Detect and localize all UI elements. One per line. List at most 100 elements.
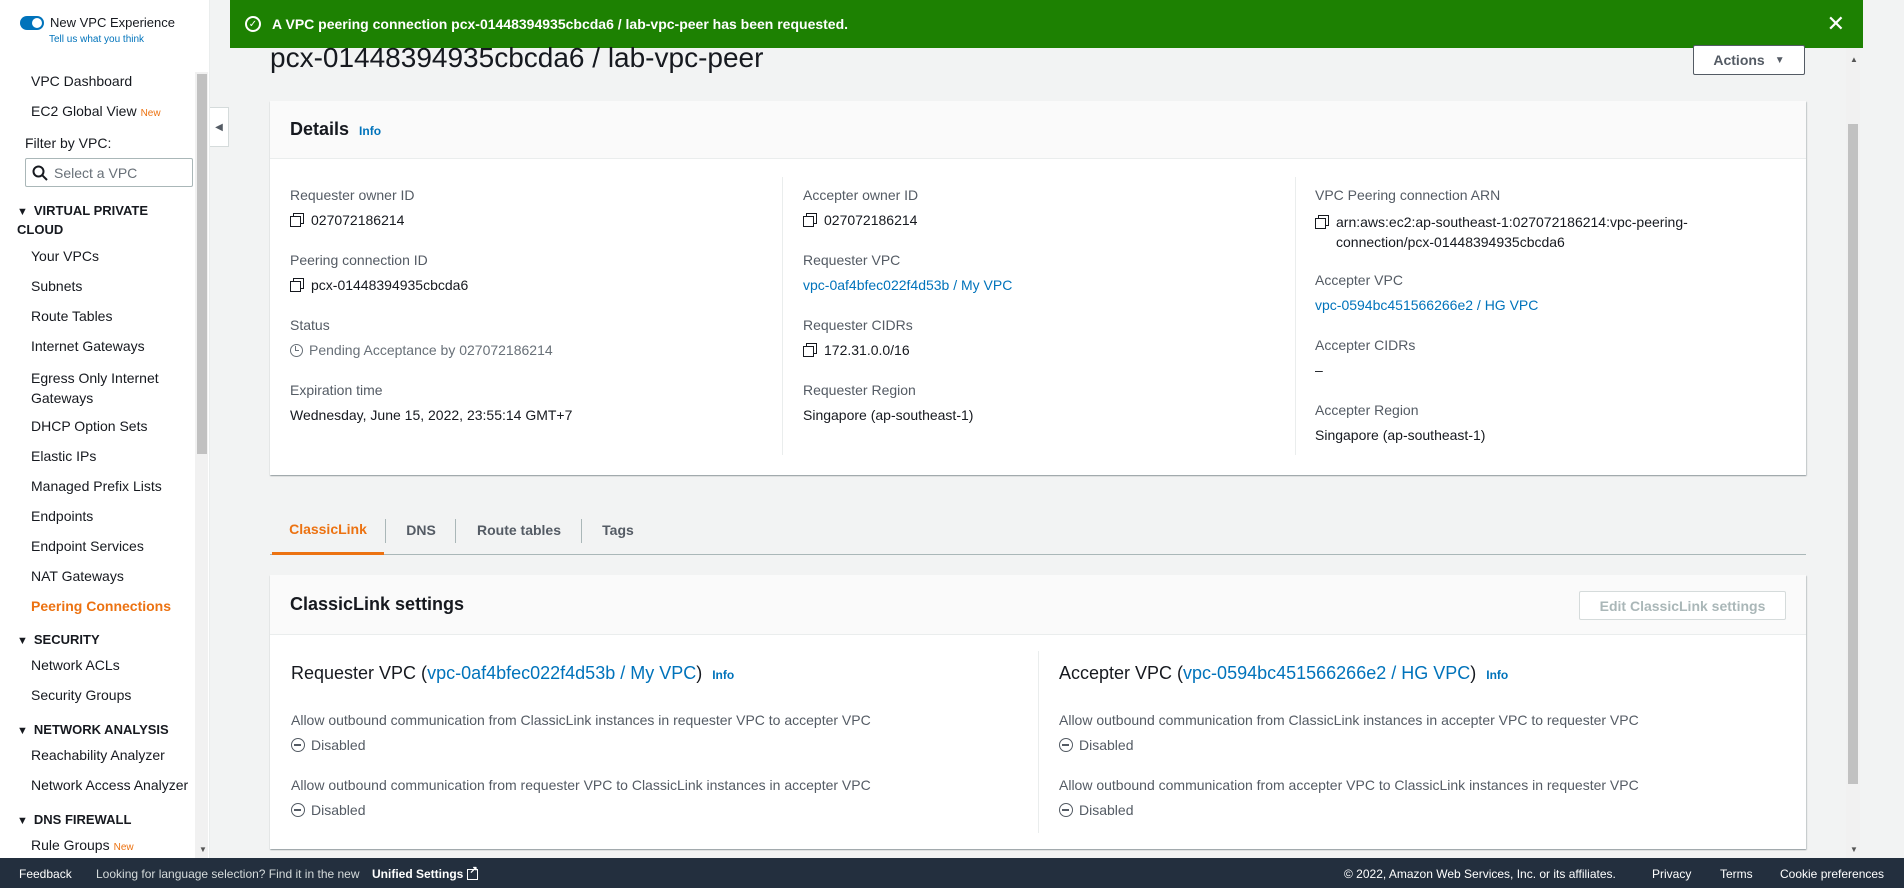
sidebar-item-network-acls[interactable]: Network ACLs: [31, 657, 120, 673]
unified-settings-link[interactable]: Unified Settings: [372, 865, 479, 881]
section-network-analysis[interactable]: ▼ NETWORK ANALYSIS: [17, 721, 169, 740]
copy-icon[interactable]: [290, 278, 304, 292]
requester-cidrs-label: Requester CIDRs: [803, 317, 913, 333]
tab-route-tables[interactable]: Route tables: [456, 505, 582, 555]
requester-vpc-link[interactable]: vpc-0af4bfec022f4d53b / My VPC: [427, 663, 696, 684]
peering-id-value: pcx-01448394935cbcda6: [290, 277, 468, 293]
tab-tags[interactable]: Tags: [582, 505, 654, 555]
column-divider: [1038, 651, 1039, 833]
accepter-region-value: Singapore (ap-southeast-1): [1315, 427, 1486, 443]
caret-down-icon: ▼: [1774, 54, 1785, 66]
details-panel: Details Info Requester owner ID 02707218…: [270, 101, 1806, 475]
copy-icon[interactable]: [803, 213, 817, 227]
requester-info-link[interactable]: Info: [712, 668, 734, 682]
copy-icon[interactable]: [803, 343, 817, 357]
requester-owner-id-value: 027072186214: [290, 212, 404, 228]
new-vpc-experience-toggle[interactable]: New VPC Experience: [20, 15, 175, 30]
sidebar-item-elastic-ips[interactable]: Elastic IPs: [31, 448, 96, 464]
req-option2-value: Disabled: [291, 802, 365, 818]
accepter-vpc-label: Accepter VPC: [1315, 272, 1403, 288]
sidebar-item-reachability-analyzer[interactable]: Reachability Analyzer: [31, 747, 165, 763]
arn-line: connection/pcx-01448394935cbcda6: [1336, 234, 1565, 250]
disabled-icon: [291, 738, 305, 752]
sidebar-item-your-vpcs[interactable]: Your VPCs: [31, 248, 99, 264]
accepter-cidrs-value: –: [1315, 362, 1323, 378]
sidebar-item-peering-connections[interactable]: Peering Connections: [31, 598, 171, 614]
scroll-up-arrow-icon[interactable]: ▲: [1850, 55, 1858, 64]
section-label: SECURITY: [33, 632, 100, 647]
sidebar-item-route-tables[interactable]: Route Tables: [31, 308, 112, 324]
sidebar-item-internet-gateways[interactable]: Internet Gateways: [31, 338, 145, 354]
caret-down-icon: ▼: [17, 635, 28, 647]
sidebar-item-vpc-dashboard[interactable]: VPC Dashboard: [31, 73, 132, 89]
banner-message: A VPC peering connection pcx-01448394935…: [272, 16, 849, 32]
pending-clock-icon: [290, 344, 303, 357]
accepter-vpc-link[interactable]: vpc-0594bc451566266e2 / HG VPC: [1183, 663, 1470, 684]
requester-vpc-link[interactable]: vpc-0af4bfec022f4d53b / My VPC: [803, 277, 1012, 293]
value-text: pcx-01448394935cbcda6: [311, 277, 469, 293]
feedback-link[interactable]: Tell us what you think: [49, 34, 144, 45]
scroll-down-arrow-icon[interactable]: ▼: [1850, 845, 1858, 854]
sidebar-item-dhcp-option-sets[interactable]: DHCP Option Sets: [31, 418, 147, 434]
privacy-link[interactable]: Privacy: [1652, 867, 1691, 881]
terms-link[interactable]: Terms: [1720, 867, 1753, 881]
caret-down-icon: ▼: [17, 206, 28, 218]
details-info-link[interactable]: Info: [359, 124, 381, 138]
edit-classiclink-button[interactable]: Edit ClassicLink settings: [1579, 591, 1786, 620]
copy-icon[interactable]: [290, 213, 304, 227]
footer: Feedback Looking for language selection?…: [0, 858, 1904, 888]
requester-region-label: Requester Region: [803, 382, 916, 398]
sidebar-item-subnets[interactable]: Subnets: [31, 278, 82, 294]
column-divider: [782, 177, 783, 455]
detail-tabs: ClassicLink DNS Route tables Tags: [270, 505, 1806, 555]
actions-button[interactable]: Actions ▼: [1693, 45, 1805, 75]
accepter-vpc-link[interactable]: vpc-0594bc451566266e2 / HG VPC: [1315, 297, 1538, 313]
details-heading: Details: [290, 119, 350, 139]
sidebar-item-egress-only-igw[interactable]: Egress Only Internet Gateways: [31, 368, 181, 408]
classiclink-panel: ClassicLink settings Edit ClassicLink se…: [270, 575, 1806, 849]
section-dns-firewall[interactable]: ▼ DNS FIREWALL: [17, 811, 131, 830]
copy-icon[interactable]: [1315, 215, 1329, 229]
sidebar-item-nat-gateways[interactable]: NAT Gateways: [31, 568, 124, 584]
toggle-switch[interactable]: [20, 15, 44, 30]
sidebar-item-network-access-analyzer[interactable]: Network Access Analyzer: [31, 777, 188, 793]
accepter-info-link[interactable]: Info: [1486, 668, 1508, 682]
search-icon: [32, 165, 48, 181]
main-scrollbar[interactable]: [1846, 48, 1860, 858]
disabled-text: Disabled: [311, 802, 366, 818]
requester-vpc-heading: Requester VPC (vpc-0af4bfec022f4d53b / M…: [291, 663, 734, 684]
disabled-text: Disabled: [1079, 737, 1134, 753]
sidebar-scroll-thumb[interactable]: [197, 74, 207, 454]
tab-dns[interactable]: DNS: [386, 505, 456, 555]
section-label: DNS FIREWALL: [33, 812, 132, 827]
language-notice: Looking for language selection? Find it …: [96, 867, 360, 881]
success-flash-banner: ✓ A VPC peering connection pcx-014483949…: [230, 0, 1863, 48]
requester-cidrs-value: 172.31.0.0/16: [803, 342, 910, 358]
chevron-left-icon: ◀: [215, 121, 223, 133]
arn-line: arn:aws:ec2:ap-southeast-1:027072186214:…: [1336, 214, 1688, 230]
sidebar-item-ec2-global-view[interactable]: EC2 Global View New: [31, 103, 161, 119]
section-security[interactable]: ▼ SECURITY: [17, 631, 100, 650]
feedback-link[interactable]: Feedback: [19, 867, 72, 881]
sidebar-item-managed-prefix-lists[interactable]: Managed Prefix Lists: [31, 478, 162, 494]
accepter-owner-id-label: Accepter owner ID: [803, 187, 919, 203]
requester-owner-id-label: Requester owner ID: [290, 187, 415, 203]
vpc-filter-select[interactable]: [25, 158, 193, 187]
close-icon[interactable]: ✕: [1827, 11, 1845, 37]
sidebar-item-security-groups[interactable]: Security Groups: [31, 687, 131, 703]
cookie-preferences-link[interactable]: Cookie preferences: [1780, 867, 1884, 881]
experience-title: New VPC Experience: [50, 15, 175, 30]
sidebar-item-endpoints[interactable]: Endpoints: [31, 508, 93, 524]
sidebar: New VPC Experience Tell us what you thin…: [0, 0, 210, 858]
tab-classiclink[interactable]: ClassicLink: [272, 505, 384, 555]
req-option2-label: Allow outbound communication from reques…: [291, 777, 871, 793]
main-scroll-thumb[interactable]: [1848, 124, 1858, 784]
collapse-sidebar-button[interactable]: ◀: [210, 107, 229, 147]
sidebar-item-endpoint-services[interactable]: Endpoint Services: [31, 538, 144, 554]
sidebar-item-rule-groups[interactable]: Rule Groups New: [31, 837, 134, 853]
sidebar-scrollbar[interactable]: [195, 72, 208, 858]
vpc-filter-input[interactable]: [54, 164, 184, 181]
section-virtual-private-cloud[interactable]: ▼ VIRTUAL PRIVATE CLOUD: [17, 202, 167, 239]
details-header: Details Info: [270, 101, 1806, 159]
scroll-down-arrow-icon[interactable]: ▼: [199, 845, 207, 854]
